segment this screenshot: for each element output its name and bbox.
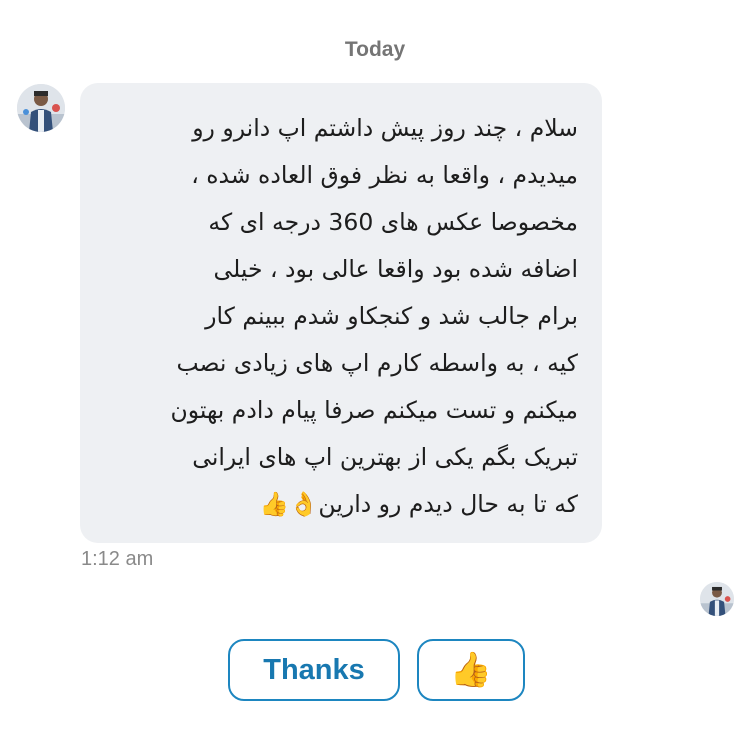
seen-avatar-image: [700, 582, 734, 616]
message-text: سلام ، چند روز پیش داشتم اپ دانرو رو مید…: [170, 114, 578, 518]
sender-avatar-image: [17, 84, 65, 132]
message-bubble[interactable]: سلام ، چند روز پیش داشتم اپ دانرو رو مید…: [80, 83, 602, 543]
thumbs-up-quick-reply-button[interactable]: 👍: [417, 639, 525, 701]
thumbs-up-icon: 👍: [449, 651, 493, 689]
quick-replies: Thanks 👍: [228, 639, 525, 701]
sender-avatar[interactable]: [17, 84, 65, 132]
thanks-quick-reply-button[interactable]: Thanks: [228, 639, 400, 701]
messenger-thread: Today سلام ، چند روز پیش داشتم اپ دانرو …: [0, 0, 750, 733]
seen-avatar: [700, 582, 734, 616]
message-timestamp: 1:12 am: [81, 548, 154, 570]
date-separator: Today: [344, 38, 406, 61]
